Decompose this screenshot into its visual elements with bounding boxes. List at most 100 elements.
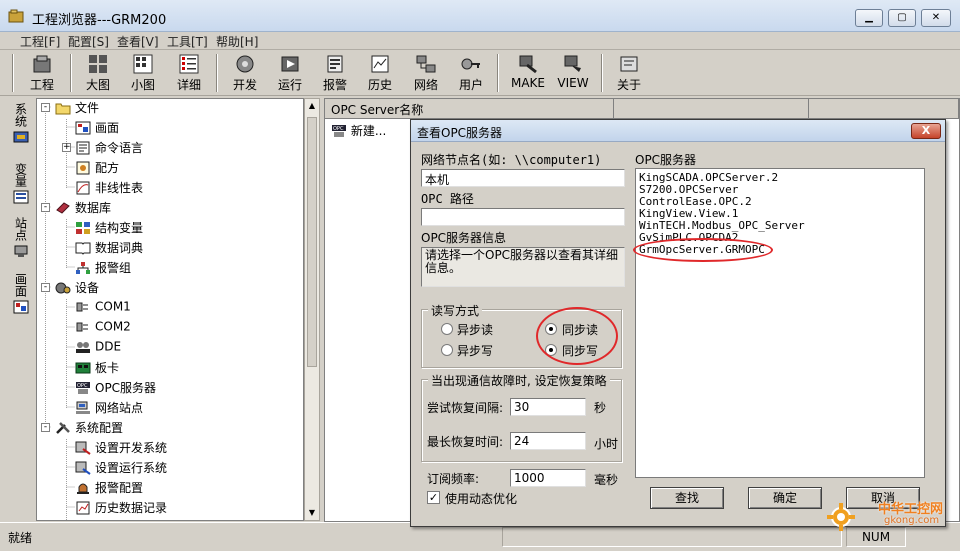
toolbar-run-label: 运行	[277, 78, 302, 92]
toolbar-history-label: 历史	[367, 78, 392, 92]
toolbar-large-icon-button[interactable]: 大图	[76, 52, 120, 94]
tree-item-nonlinear-table[interactable]: 非线性表	[75, 179, 143, 197]
tree-item-screen[interactable]: 画面	[75, 119, 119, 137]
dynamic-optimize-checkbox[interactable]: ✓	[427, 491, 440, 504]
tab-variables-label: 变量	[13, 163, 28, 187]
scroll-thumb[interactable]	[307, 117, 317, 367]
menu-view[interactable]: 查看[V]	[117, 33, 159, 50]
dialog-close-button[interactable]: X	[911, 123, 941, 139]
menu-config[interactable]: 配置[S]	[68, 33, 109, 50]
toolbar-network-button[interactable]: 网络	[404, 52, 448, 94]
tree-item-label: 结构变量	[95, 221, 144, 235]
menu-project[interactable]: 工程[F]	[20, 33, 60, 50]
find-button[interactable]: 查找	[650, 487, 724, 509]
tree-item-alarm-group[interactable]: 报警组	[75, 259, 131, 277]
tree-item-run-system-settings[interactable]: 设置运行系统	[75, 459, 167, 477]
tree-item-board[interactable]: 板卡	[75, 359, 119, 377]
toolbar-project-button[interactable]: 工程	[20, 52, 64, 94]
column-header-blank[interactable]	[809, 99, 959, 119]
toolbar-detail-button[interactable]: 详细	[167, 52, 211, 94]
tree-item-label: 非线性表	[95, 181, 144, 195]
recovery-label: 当出现通信故障时, 设定恢复策略	[428, 372, 610, 389]
tab-system[interactable]: 系统	[9, 100, 33, 160]
toolbar-make-label: MAKE	[510, 76, 545, 90]
toolbar-history-button[interactable]: 历史	[358, 52, 402, 94]
tree-scrollbar[interactable]: ▲ ▼	[304, 98, 320, 521]
gkong-watermark: 中华工控网 gkong.com	[826, 496, 956, 546]
async-read-radio[interactable]	[441, 323, 453, 335]
retry-interval-input[interactable]: 30	[510, 398, 586, 416]
tree-item-file[interactable]: 文件	[55, 99, 99, 117]
tree-item-com2[interactable]: COM2	[75, 319, 131, 337]
tree-item-dev-system-settings[interactable]: 设置开发系统	[75, 439, 167, 457]
toolbar-view-button[interactable]: VIEW	[551, 52, 595, 94]
tree-item-alarm-config[interactable]: 报警配置	[75, 479, 143, 497]
tree-expander[interactable]: +	[62, 143, 71, 152]
tree-item-label: COM1	[95, 299, 131, 314]
toolbar-view-label: VIEW	[557, 76, 589, 90]
subscribe-rate-label: 订阅频率:	[427, 472, 480, 486]
max-recovery-input[interactable]: 24	[510, 432, 586, 450]
opc-path-input[interactable]	[421, 208, 625, 226]
tree-expander[interactable]: -	[41, 283, 50, 292]
tree-item-recipe[interactable]: 配方	[75, 159, 119, 177]
close-button[interactable]: ✕	[921, 9, 951, 27]
opc-server-listbox[interactable]: KingSCADA.OPCServer.2 S7200.OPCServer Co…	[633, 168, 925, 478]
toolbar-run-button[interactable]: 运行	[268, 52, 312, 94]
watermark-url: gkong.com	[884, 515, 940, 526]
toolbar-about-button[interactable]: 关于	[607, 52, 651, 94]
tab-screens[interactable]: 画面	[9, 270, 33, 328]
toolbar: 工程 大图 小图 详细 开发 运行 报警 历史 网络 用户 MAKE VIEW …	[0, 50, 960, 96]
new-item-label: 新建...	[350, 124, 387, 138]
scroll-up-arrow[interactable]: ▲	[307, 101, 317, 111]
toolbar-network-label: 网络	[413, 78, 438, 92]
tree-item-history-record[interactable]: 历史数据记录	[75, 499, 167, 517]
scroll-down-arrow[interactable]: ▼	[307, 508, 317, 518]
async-write-radio[interactable]	[441, 344, 453, 356]
tab-variables[interactable]: 变量	[9, 160, 33, 212]
tree-expander[interactable]: -	[41, 423, 50, 432]
new-item-row[interactable]: OPC 新建...	[331, 122, 386, 139]
tree-item-database[interactable]: 数据库	[55, 199, 111, 217]
server-info-text: 请选择一个OPC服务器以查看其详细信息。	[421, 247, 625, 287]
subscribe-rate-input[interactable]: 1000	[510, 469, 586, 487]
toolbar-separator	[497, 54, 499, 92]
ok-button[interactable]: 确定	[748, 487, 822, 509]
subscribe-rate-unit: 毫秒	[594, 473, 619, 487]
tree-item-label: 画面	[95, 121, 120, 135]
column-header-opc-server-name[interactable]: OPC Server名称	[325, 99, 614, 119]
tree-item-label: 网络站点	[95, 401, 144, 415]
tree-item-command-language[interactable]: 命令语言	[75, 139, 143, 157]
tree-item-devices[interactable]: 设备	[55, 279, 99, 297]
toolbar-develop-button[interactable]: 开发	[223, 52, 267, 94]
board-icon	[75, 362, 91, 373]
system-icon	[13, 131, 29, 143]
menu-tools[interactable]: 工具[T]	[167, 33, 208, 50]
tree-expander[interactable]: -	[41, 103, 50, 112]
column-header-blank[interactable]	[614, 99, 809, 119]
minimize-button[interactable]: ▁	[855, 9, 883, 27]
tree-item-network-station[interactable]: 网络站点	[75, 399, 143, 417]
toolbar-make-button[interactable]: MAKE	[506, 52, 550, 94]
tree-item-label: 配方	[95, 161, 120, 175]
tree-item-dde[interactable]: DDE	[75, 339, 121, 357]
tree-item-opc-server[interactable]: OPC OPC服务器	[75, 379, 156, 397]
alarm-icon	[327, 55, 343, 73]
tree-expander[interactable]: -	[41, 203, 50, 212]
toolbar-alarm-button[interactable]: 报警	[313, 52, 357, 94]
tree-item-system-config[interactable]: 系统配置	[55, 419, 123, 437]
tree-item-label: 数据词典	[95, 241, 144, 255]
node-name-input[interactable]: 本机	[421, 169, 625, 187]
details-icon	[179, 54, 199, 74]
menu-help[interactable]: 帮助[H]	[216, 33, 258, 50]
tree-item-label: DDE	[95, 339, 122, 354]
tree-item-com1[interactable]: COM1	[75, 299, 131, 317]
maximize-button[interactable]: ▢	[888, 9, 916, 27]
large-icons-icon	[89, 55, 107, 73]
tree-item-data-dictionary[interactable]: 数据词典	[75, 239, 143, 257]
toolbar-small-icon-button[interactable]: 小图	[121, 52, 165, 94]
tree-item-struct-variable[interactable]: 结构变量	[75, 219, 143, 237]
tab-stations[interactable]: 站点	[9, 214, 33, 268]
toolbar-user-button[interactable]: 用户	[449, 52, 493, 94]
project-tree[interactable]: - 文件 画面 + 命令语言 配方 非线性表 - 数据库 结构变量 数据词典 报…	[36, 98, 304, 521]
